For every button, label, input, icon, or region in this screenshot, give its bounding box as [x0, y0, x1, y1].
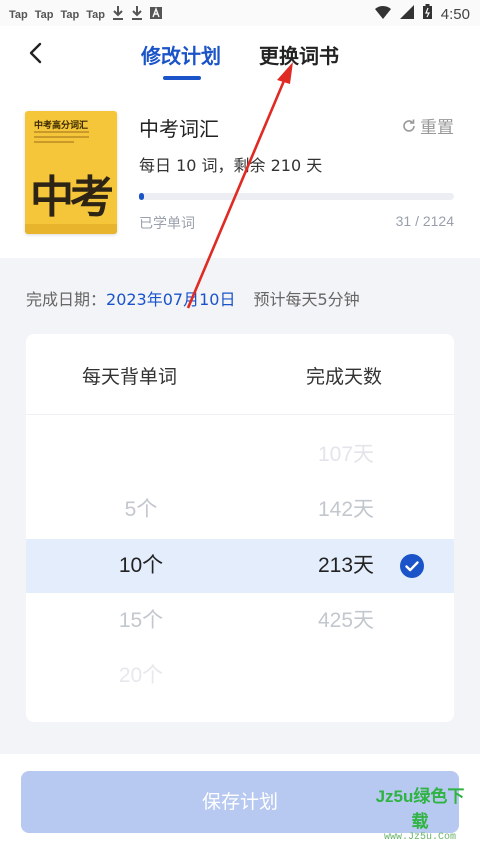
finish-date: 2023年07月10日: [106, 290, 236, 309]
picker-words-option[interactable]: [86, 428, 196, 482]
picker-words-selected[interactable]: 10个: [86, 539, 196, 593]
cover-title: 中考高分词汇: [34, 121, 89, 131]
battery-icon: [422, 4, 432, 24]
column-header-words-per-day: 每天背单词: [82, 366, 178, 388]
notif-tap-3: Tap: [60, 8, 80, 21]
status-time: 4:50: [440, 5, 470, 23]
status-right: 4:50: [374, 4, 470, 24]
picker-row[interactable]: 20个: [26, 649, 454, 703]
learned-label: 已学单词: [139, 216, 195, 232]
picker-days-option[interactable]: 142天: [286, 483, 406, 537]
status-bar: Tap Tap Tap Tap 4:50: [0, 0, 480, 26]
cover-big-text: 中考: [30, 172, 114, 223]
status-left: Tap Tap Tap Tap: [9, 6, 162, 23]
tab-active-indicator: [163, 76, 201, 80]
book-card: 中考高分词汇 中考 中考词汇 重置 每日 10 词，剩余 210 天 已学单词 …: [0, 86, 480, 258]
picker-days-option[interactable]: 425天: [286, 594, 406, 648]
column-header-days: 完成天数: [306, 366, 383, 388]
learning-progress-fill: [139, 193, 144, 200]
save-area: 保存计划 Jz5u绿色下载 www.Jz5u.Com: [0, 754, 480, 855]
tab-modify-plan[interactable]: 修改计划: [141, 40, 221, 69]
notif-tap-4: Tap: [86, 8, 105, 21]
reset-button[interactable]: 重置: [401, 113, 454, 138]
download-icon: [112, 6, 124, 23]
notif-tap-1: Tap: [9, 8, 28, 21]
signal-icon: [399, 4, 414, 24]
book-plan-summary: 每日 10 词，剩余 210 天: [139, 156, 323, 175]
picker-row-selected[interactable]: 10个 213天: [26, 539, 454, 593]
cover-bottom-strip: [25, 224, 117, 234]
learning-progress-bar: [139, 193, 454, 200]
a-box-icon: [150, 7, 162, 22]
check-circle-icon: [400, 554, 424, 578]
watermark-main: Jz5u绿色下载: [375, 787, 465, 831]
refresh-icon: [403, 119, 415, 132]
picker-words-option[interactable]: 20个: [86, 649, 196, 703]
daily-time-estimate: 预计每天5分钟: [253, 290, 360, 309]
picker-days-selected[interactable]: 213天: [286, 539, 406, 593]
wifi-icon: [374, 5, 391, 24]
watermark: Jz5u绿色下载 www.Jz5u.Com: [370, 782, 470, 843]
picker-words-option[interactable]: 15个: [86, 594, 196, 648]
picker-header: 每天背单词 完成天数: [26, 334, 454, 415]
tab-change-book[interactable]: 更换词书: [259, 40, 339, 69]
reset-label: 重置: [420, 118, 454, 138]
learned-count: 31 / 2124: [395, 213, 454, 229]
watermark-sub: www.Jz5u.Com: [383, 832, 456, 843]
picker-row[interactable]: 5个 142天: [26, 483, 454, 537]
download-icon: [131, 6, 143, 23]
back-button[interactable]: [22, 38, 52, 68]
finish-info: 完成日期： 2023年07月10日 预计每天5分钟: [26, 286, 360, 310]
plan-picker: 每天背单词 完成天数 107天 5个 142天 10个 213天 15个 425…: [26, 334, 454, 722]
book-cover[interactable]: 中考高分词汇 中考: [25, 111, 117, 234]
chevron-left-icon: [29, 42, 42, 64]
notif-tap-2: Tap: [34, 8, 54, 21]
picker-days-option[interactable]: 107天: [286, 428, 406, 482]
picker-row[interactable]: 15个 425天: [26, 594, 454, 648]
finish-label: 完成日期：: [26, 290, 107, 309]
picker-words-option[interactable]: 5个: [86, 483, 196, 537]
cover-text-lines: [34, 131, 89, 146]
picker-row[interactable]: 107天: [26, 428, 454, 482]
picker-days-option[interactable]: [286, 649, 406, 703]
top-nav: 修改计划 更换词书: [0, 26, 480, 86]
plan-section: 完成日期： 2023年07月10日 预计每天5分钟 每天背单词 完成天数 107…: [0, 258, 480, 855]
book-title: 中考词汇: [139, 117, 219, 141]
